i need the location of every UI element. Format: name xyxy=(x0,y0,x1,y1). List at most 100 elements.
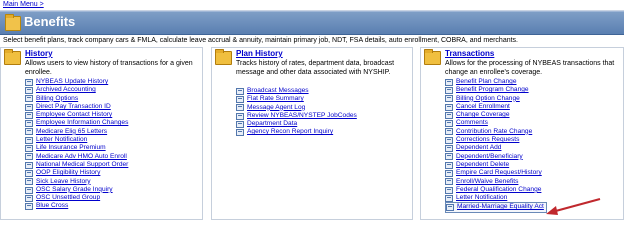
link-message-agent-log[interactable]: Message Agent Log xyxy=(247,104,305,112)
history-title-link[interactable]: History xyxy=(25,49,53,58)
list-item: Dependent Add xyxy=(445,144,547,153)
document-icon xyxy=(445,178,453,186)
document-icon xyxy=(236,112,244,120)
document-icon xyxy=(25,95,33,103)
link-blue-cross[interactable]: Blue Cross xyxy=(36,202,68,210)
link-comments[interactable]: Comments xyxy=(456,119,488,127)
list-item: Flat Rate Summary xyxy=(236,95,357,103)
link-direct-pay-transaction-id[interactable]: Direct Pay Transaction ID xyxy=(36,103,111,111)
link-review-nybeas-nystep-jobcodes[interactable]: Review NYBEAS/NYSTEP JobCodes xyxy=(247,112,357,120)
document-icon xyxy=(25,178,33,186)
link-corrections-requests[interactable]: Corrections Requests xyxy=(456,136,519,144)
document-icon xyxy=(25,186,33,194)
document-icon xyxy=(445,136,453,144)
document-icon xyxy=(25,153,33,161)
document-icon xyxy=(25,145,33,153)
link-agency-recon-report-inquiry[interactable]: Agency Recon Report Inquiry xyxy=(247,128,333,136)
link-married-marriage-equality-act[interactable]: Married-Marriage Equality Act xyxy=(457,203,544,211)
plan-history-panel: Plan History Tracks history of rates, de… xyxy=(211,47,413,220)
link-life-insurance-premium[interactable]: Life Insurance Premium xyxy=(36,144,106,152)
document-icon xyxy=(25,120,33,128)
folder-icon xyxy=(424,49,441,65)
document-icon xyxy=(445,186,453,194)
transactions-description: Allows for the processing of NYBEAS tran… xyxy=(445,60,615,76)
list-item: Dependent Delete xyxy=(445,161,547,169)
top-nav-bar: Main Menu > xyxy=(0,0,624,11)
list-item: OSC Unsettled Group xyxy=(25,194,128,202)
link-osc-unsettled-group[interactable]: OSC Unsettled Group xyxy=(36,194,100,202)
document-icon xyxy=(236,129,244,137)
link-osc-salary-grade-inquiry[interactable]: OSC Salary Grade Inquiry xyxy=(36,186,113,194)
link-national-medical-support-order[interactable]: National Medical Support Order xyxy=(36,161,128,169)
list-item: Empire Card Request/History xyxy=(445,169,547,177)
document-icon xyxy=(445,111,453,119)
plan-history-title-link[interactable]: Plan History xyxy=(236,49,283,58)
link-change-coverage[interactable]: Change Coverage xyxy=(456,111,510,119)
list-item: Letter Notification xyxy=(25,136,128,144)
document-icon xyxy=(236,120,244,128)
history-panel: History Allows users to view history of … xyxy=(0,47,203,220)
link-employee-information-changes[interactable]: Employee Information Changes xyxy=(36,119,128,127)
list-item: Life Insurance Premium xyxy=(25,144,128,153)
document-icon xyxy=(236,95,244,103)
link-flat-rate-summary[interactable]: Flat Rate Summary xyxy=(247,95,304,103)
link-benefit-plan-change[interactable]: Benefit Plan Change xyxy=(456,78,517,86)
list-item: OOP Eligibility History xyxy=(25,169,128,177)
red-arrow-annotation xyxy=(546,197,601,215)
link-medicare-elig-65-letters[interactable]: Medicare Elig 65 Letters xyxy=(36,128,107,136)
list-item: Review NYBEAS/NYSTEP JobCodes xyxy=(236,112,357,120)
link-billing-options[interactable]: Billing Options xyxy=(36,95,78,103)
document-icon xyxy=(25,136,33,144)
list-item: Billing Option Change xyxy=(445,95,547,103)
link-benefit-program-change[interactable]: Benefit Program Change xyxy=(456,86,529,94)
link-employee-contact-history[interactable]: Employee Contact History xyxy=(36,111,112,119)
plan-history-link-list: Broadcast Messages Flat Rate Summary Messa… xyxy=(236,87,357,137)
list-item: Contribution Rate Change xyxy=(445,128,547,136)
link-empire-card-request-history[interactable]: Empire Card Request/History xyxy=(456,169,542,177)
transactions-link-list: Benefit Plan Change Benefit Program Chang… xyxy=(445,78,547,213)
document-icon xyxy=(25,194,33,202)
link-dependent-beneficiary[interactable]: Dependent/Beneficiary xyxy=(456,153,523,161)
link-enroll-waive-benefits[interactable]: Enroll/Waive Benefits xyxy=(456,178,518,186)
document-icon xyxy=(25,103,33,111)
link-cancel-enrollment[interactable]: Cancel Enrollment xyxy=(456,103,510,111)
list-item: OSC Salary Grade Inquiry xyxy=(25,186,128,194)
link-nybeas-update-history[interactable]: NYBEAS Update History xyxy=(36,78,108,86)
document-icon xyxy=(445,145,453,153)
list-item: Blue Cross xyxy=(25,202,128,211)
document-icon xyxy=(25,128,33,136)
document-icon xyxy=(25,111,33,119)
list-item: NYBEAS Update History xyxy=(25,78,128,86)
link-billing-option-change[interactable]: Billing Option Change xyxy=(456,95,520,103)
plan-history-description: Tracks history of rates, department data… xyxy=(236,60,395,76)
list-item: Employee Information Changes xyxy=(25,119,128,128)
document-icon xyxy=(445,103,453,111)
list-item: Message Agent Log xyxy=(236,104,357,112)
link-contribution-rate-change[interactable]: Contribution Rate Change xyxy=(456,128,532,136)
link-oop-eligibility-history[interactable]: OOP Eligibility History xyxy=(36,169,100,177)
list-item: Billing Options xyxy=(25,95,128,103)
list-item: Medicare Elig 65 Letters xyxy=(25,128,128,136)
link-federal-qualification-change[interactable]: Federal Qualification Change xyxy=(456,186,541,194)
link-letter-notification[interactable]: Letter Notification xyxy=(36,136,87,144)
list-item: Enroll/Waive Benefits xyxy=(445,178,547,186)
list-item: Letter Notification xyxy=(445,194,547,202)
link-broadcast-messages[interactable]: Broadcast Messages xyxy=(247,87,309,95)
document-icon xyxy=(445,194,453,202)
link-dependent-delete[interactable]: Dependent Delete xyxy=(456,161,509,169)
list-item: Department Data xyxy=(236,120,357,128)
link-medicare-adv-hmo-auto-enroll[interactable]: Medicare Adv HMO Auto Enroll xyxy=(36,153,127,161)
link-archived-accounting[interactable]: Archived Accounting xyxy=(36,86,96,94)
link-sick-leave-history[interactable]: Sick Leave History xyxy=(36,178,91,186)
page-title: Benefits xyxy=(24,14,76,29)
list-item: Medicare Adv HMO Auto Enroll xyxy=(25,153,128,161)
transactions-panel: Transactions Allows for the processing o… xyxy=(420,47,624,220)
transactions-title-link[interactable]: Transactions xyxy=(445,49,494,58)
link-letter-notification[interactable]: Letter Notification xyxy=(456,194,507,202)
link-dependent-add[interactable]: Dependent Add xyxy=(456,144,501,152)
history-link-list: NYBEAS Update History Archived Accounting… xyxy=(25,78,128,211)
list-item: Sick Leave History xyxy=(25,178,128,186)
document-icon xyxy=(25,169,33,177)
link-department-data[interactable]: Department Data xyxy=(247,120,297,128)
main-menu-link[interactable]: Main Menu > xyxy=(3,1,44,8)
